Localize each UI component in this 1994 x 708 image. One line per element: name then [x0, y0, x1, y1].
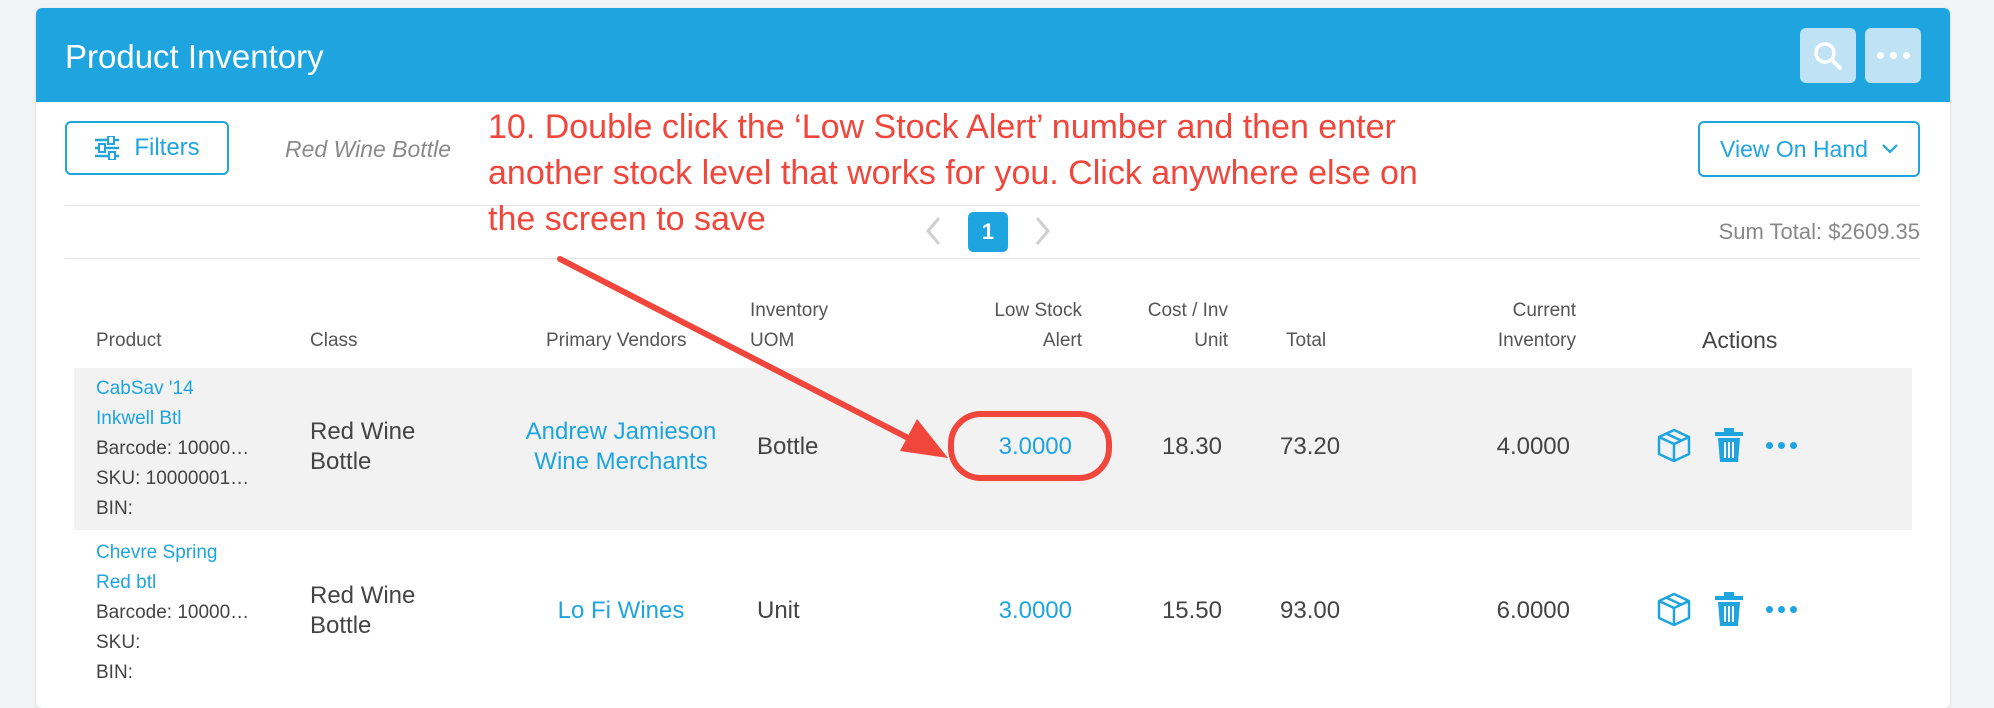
- total-cell: 73.20: [1280, 433, 1341, 460]
- more-actions-icon[interactable]: [1766, 605, 1797, 613]
- header-cost-line1: Cost / Inv: [1147, 300, 1228, 321]
- product-cell: CabSav '14 Inkwell Btl Barcode: 10000… S…: [96, 374, 266, 524]
- vendor-line: Wine Merchants: [534, 448, 708, 475]
- active-filter-tag[interactable]: Red Wine Bottle: [285, 136, 451, 163]
- bin-text: BIN:: [96, 662, 133, 683]
- header-current-line1: Current: [1512, 300, 1576, 321]
- more-actions-icon[interactable]: [1766, 441, 1797, 449]
- header-actions: Actions: [1702, 327, 1778, 353]
- header-product[interactable]: Product: [96, 326, 161, 356]
- barcode-text: Barcode: 10000…: [96, 602, 250, 623]
- search-button[interactable]: [1800, 28, 1856, 83]
- class-line: Red Wine: [310, 582, 416, 609]
- box-icon[interactable]: [1656, 427, 1692, 463]
- header-cost-inv-unit[interactable]: Cost / Inv Unit: [1120, 296, 1228, 356]
- annotation-line: the screen to save: [488, 200, 766, 238]
- header-total[interactable]: Total: [1286, 326, 1326, 356]
- class-line: Red Wine: [310, 418, 416, 445]
- page-title: Product Inventory: [65, 38, 324, 75]
- current-inventory-cell: 4.0000: [1496, 433, 1570, 460]
- uom-cell: Bottle: [757, 433, 819, 460]
- class-line: Bottle: [310, 612, 372, 639]
- product-link[interactable]: Inkwell Btl: [96, 404, 266, 434]
- cost-cell: 18.30: [1161, 433, 1222, 460]
- divider: [65, 258, 1920, 259]
- sliders-icon: [95, 136, 120, 160]
- uom-cell: Unit: [757, 597, 800, 624]
- more-button[interactable]: [1865, 28, 1921, 83]
- header-low-line2: Alert: [1042, 330, 1082, 351]
- row-actions: [1656, 427, 1797, 463]
- annotation-line: another stock level that works for you. …: [488, 154, 1418, 192]
- total-cell: 93.00: [1280, 597, 1341, 624]
- cost-cell: 15.50: [1161, 597, 1222, 624]
- header-class[interactable]: Class: [310, 326, 358, 356]
- row-actions: [1656, 591, 1797, 627]
- class-cell: Red Wine Bottle: [310, 417, 415, 477]
- view-label: View On Hand: [1720, 135, 1868, 162]
- trash-icon[interactable]: [1714, 427, 1744, 463]
- product-link[interactable]: CabSav '14: [96, 374, 266, 404]
- box-icon[interactable]: [1656, 591, 1692, 627]
- vendor-link[interactable]: Andrew Jamieson Wine Merchants: [500, 417, 742, 477]
- filters-button[interactable]: Filters: [65, 121, 229, 175]
- header-uom-line1: Inventory: [750, 300, 829, 321]
- view-on-hand-dropdown[interactable]: View On Hand: [1698, 121, 1920, 177]
- header-low-line1: Low Stock: [994, 300, 1082, 321]
- vendor-line: Andrew Jamieson: [525, 418, 717, 445]
- search-icon: [1814, 41, 1842, 70]
- sum-total: Sum Total: $2609.35: [1718, 219, 1920, 244]
- product-link[interactable]: Red btl: [96, 568, 266, 598]
- header-inventory-uom[interactable]: Inventory UOM: [750, 296, 828, 356]
- low-stock-alert-value[interactable]: 3.0000: [980, 432, 1072, 462]
- sku-text: SKU: 10000001…: [96, 468, 250, 489]
- sku-text: SKU:: [96, 632, 141, 653]
- vendor-line: Lo Fi Wines: [557, 597, 685, 624]
- chevron-down-icon: [1882, 144, 1898, 154]
- header-uom-line2: UOM: [750, 330, 795, 351]
- trash-icon[interactable]: [1714, 591, 1744, 627]
- class-line: Bottle: [310, 448, 372, 475]
- annotation-line: 10. Double click the ‘Low Stock Alert’ n…: [488, 108, 1396, 146]
- header-low-stock-alert[interactable]: Low Stock Alert: [960, 296, 1082, 356]
- class-cell: Red Wine Bottle: [310, 581, 415, 641]
- header-bar: Product Inventory: [36, 8, 1950, 102]
- header-primary-vendors[interactable]: Primary Vendors: [546, 326, 686, 356]
- product-link[interactable]: Chevre Spring: [96, 538, 266, 568]
- low-stock-alert-value[interactable]: 3.0000: [980, 596, 1072, 626]
- current-inventory-cell: 6.0000: [1496, 597, 1570, 624]
- vendor-link[interactable]: Lo Fi Wines: [500, 596, 742, 626]
- header-current-line2: Inventory: [1497, 330, 1576, 351]
- more-icon: [1876, 52, 1910, 59]
- header-current-inventory[interactable]: Current Inventory: [1456, 296, 1576, 356]
- product-cell: Chevre Spring Red btl Barcode: 10000… SK…: [96, 538, 266, 688]
- barcode-text: Barcode: 10000…: [96, 438, 250, 459]
- tutorial-annotation: 10. Double click the ‘Low Stock Alert’ n…: [488, 104, 1548, 242]
- bin-text: BIN:: [96, 498, 133, 519]
- header-cost-line2: Unit: [1194, 330, 1228, 351]
- filters-label: Filters: [134, 134, 200, 161]
